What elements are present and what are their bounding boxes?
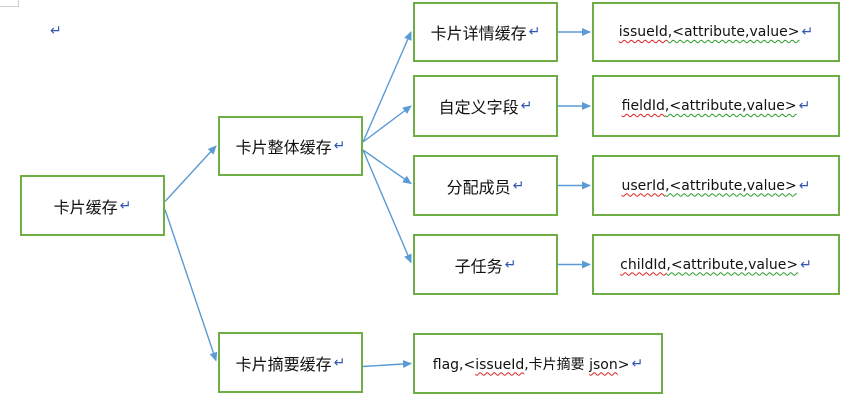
node-card-whole-cache-label: 卡片整体缓存	[235, 138, 332, 157]
node-custom-field-label: 自定义字段	[438, 98, 519, 117]
node-card-detail-cache: 卡片详情缓存 ↵	[413, 2, 558, 62]
summary-prefix: flag,<	[432, 356, 476, 373]
childid-rest: ,<attribute,value>	[666, 256, 799, 273]
edge-summary-to-summary_kv	[362, 360, 412, 368]
summary-json: json	[589, 356, 618, 373]
node-card-cache-label: 卡片缓存	[53, 197, 118, 217]
return-mark-icon: ↵	[520, 98, 533, 114]
node-custom-field: 自定义字段 ↵	[413, 75, 558, 137]
fieldid-rest: ,<attribute,value>	[664, 98, 797, 114]
return-mark-icon: ↵	[631, 355, 644, 372]
return-mark-icon: ↵	[333, 138, 346, 154]
edge-whole-to-detail	[362, 31, 412, 143]
node-subtask: 子任务 ↵	[413, 234, 558, 295]
fieldid-key: fieldId	[621, 98, 665, 114]
node-fieldid-kv: fieldId,<attribute,value> ↵	[592, 75, 840, 137]
node-childid-kv: childId,<attribute,value> ↵	[592, 234, 840, 295]
edge-root-to-whole	[164, 145, 217, 202]
node-card-summary-cache: 卡片摘要缓存 ↵	[218, 332, 363, 393]
node-summary-kv: flag,<issueId,卡片摘要 json> ↵	[413, 333, 663, 394]
node-assigned-members-label: 分配成员	[446, 177, 511, 197]
edge-root-to-summary	[164, 209, 218, 362]
summary-mid: ,卡片摘要	[524, 356, 590, 373]
return-mark-icon: ↵	[528, 24, 541, 40]
return-mark-icon: ↵	[798, 177, 811, 194]
issueid-key: issueId	[618, 24, 668, 40]
return-mark-icon: ↵	[119, 197, 132, 214]
summary-suffix: >	[617, 356, 630, 373]
userid-key: userId	[621, 177, 666, 194]
return-mark-icon: ↵	[333, 354, 346, 371]
node-subtask-label: 子任务	[454, 256, 503, 276]
return-mark-icon: ↵	[798, 98, 811, 114]
node-card-summary-cache-label: 卡片摘要缓存	[235, 354, 332, 374]
return-mark-icon: ↵	[801, 24, 814, 40]
userid-rest: ,<attribute,value>	[665, 177, 797, 194]
node-card-whole-cache: 卡片整体缓存 ↵	[218, 116, 363, 176]
childid-key: childId	[620, 256, 667, 273]
node-card-cache: 卡片缓存 ↵	[20, 175, 165, 236]
node-userid-kv: userId,<attribute,value> ↵	[592, 155, 840, 216]
return-mark-icon: ↵	[512, 177, 525, 194]
summary-key: issueId	[475, 356, 525, 373]
node-card-detail-cache-label: 卡片详情缓存	[430, 24, 527, 43]
node-issueid-kv: issueId,<attribute,value> ↵	[592, 2, 840, 62]
issueid-rest: ,<attribute,value>	[667, 24, 800, 40]
return-mark-icon: ↵	[504, 256, 517, 273]
node-assigned-members: 分配成员 ↵	[413, 155, 558, 216]
return-mark-icon: ↵	[800, 256, 812, 273]
